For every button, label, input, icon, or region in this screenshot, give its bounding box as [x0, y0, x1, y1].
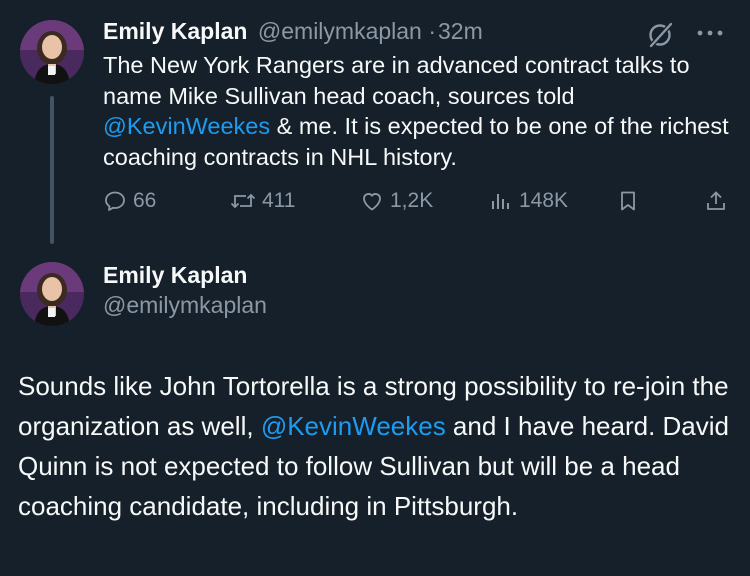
repost-count: 411 [262, 189, 296, 212]
dot-separator: · [428, 18, 436, 44]
share-icon [707, 191, 725, 210]
views-button[interactable]: 148K [489, 189, 568, 213]
avatar-image [20, 262, 84, 326]
tweet-text-part1: The New York Rangers are in advanced con… [103, 52, 690, 109]
author-name[interactable]: Emily Kaplan [103, 18, 247, 44]
thread-line [50, 96, 54, 244]
repost-button[interactable]: 411 [230, 189, 295, 213]
repost-icon [230, 193, 256, 209]
avatar-image [20, 20, 84, 84]
author-name[interactable]: Emily Kaplan [103, 262, 247, 289]
mention-link[interactable]: @KevinWeekes [103, 113, 270, 139]
tweet-body: Sounds like John Tortorella is a strong … [18, 366, 733, 526]
reply-count: 66 [133, 189, 157, 212]
share-button[interactable] [704, 189, 728, 213]
like-icon [363, 193, 381, 211]
avatar[interactable] [20, 262, 84, 326]
more-icon[interactable] [695, 22, 725, 49]
views-icon [492, 194, 509, 209]
reply-button[interactable]: 66 [103, 189, 156, 213]
timestamp[interactable]: 32m [438, 18, 483, 44]
author-handle[interactable]: @emilymkaplan [258, 18, 422, 44]
bookmark-button[interactable] [616, 189, 640, 213]
like-count: 1,2K [390, 189, 434, 212]
views-count: 148K [519, 189, 569, 212]
reply-icon [105, 191, 125, 211]
mention-link[interactable]: @KevinWeekes [261, 411, 446, 441]
tweet-body: The New York Rangers are in advanced con… [103, 50, 733, 172]
author-handle[interactable]: @emilymkaplan [103, 292, 267, 319]
avatar[interactable] [20, 20, 84, 84]
like-button[interactable]: 1,2K [360, 189, 433, 213]
bookmark-icon [621, 191, 635, 211]
tweet-header: Emily Kaplan @emilymkaplan ·32m [103, 18, 483, 45]
